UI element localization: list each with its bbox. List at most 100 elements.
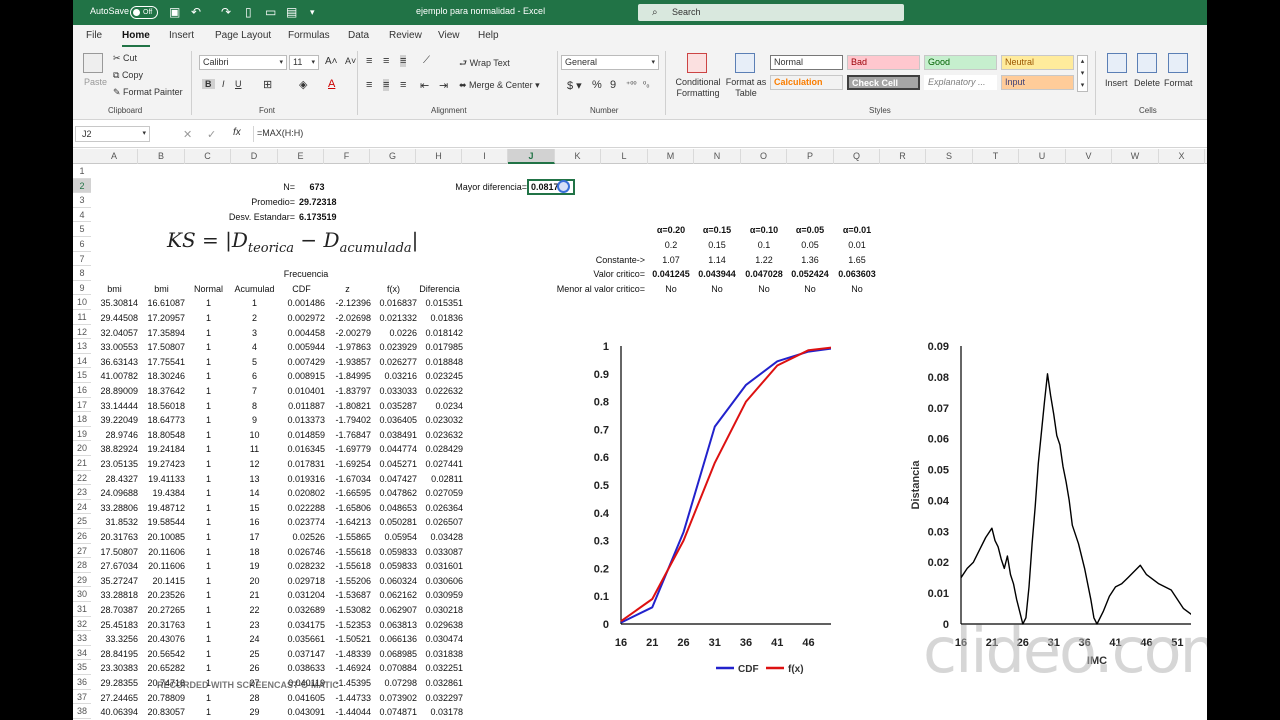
- table-cell[interactable]: 1: [185, 501, 232, 515]
- table-cell[interactable]: 23.05135: [91, 457, 138, 471]
- table-cell[interactable]: 0.035661: [278, 632, 325, 646]
- align-center-icon[interactable]: ≡: [383, 79, 390, 91]
- table-cell[interactable]: 20.31763: [138, 618, 185, 632]
- table-cell[interactable]: 0.017985: [416, 340, 463, 354]
- table-cell[interactable]: 12: [231, 457, 278, 471]
- paste-icon[interactable]: [83, 53, 103, 73]
- table-cell[interactable]: 17.50807: [91, 545, 138, 559]
- table-cell[interactable]: -1.50521: [324, 632, 371, 646]
- table-cell[interactable]: -2.00279: [324, 326, 371, 340]
- table-cell[interactable]: 1: [185, 545, 232, 559]
- table-cell[interactable]: -1.46924: [324, 661, 371, 675]
- table-cell[interactable]: 0.063813: [370, 618, 417, 632]
- delete-button[interactable]: Delete: [1134, 78, 1160, 88]
- row-header[interactable]: 30: [73, 587, 91, 602]
- table-cell[interactable]: 0.0226: [370, 326, 417, 340]
- table-cell[interactable]: 0.026277: [370, 355, 417, 369]
- table-cell[interactable]: 0.029718: [278, 574, 325, 588]
- table-cell[interactable]: 1: [185, 442, 232, 456]
- table-cell[interactable]: 0.032861: [416, 676, 463, 690]
- table-cell[interactable]: 14: [231, 486, 278, 500]
- customize-qat-icon[interactable]: ▾: [310, 7, 315, 18]
- table-cell[interactable]: 20.56542: [138, 647, 185, 661]
- table-cell[interactable]: 0.016837: [370, 296, 417, 310]
- delete-cells-icon[interactable]: [1137, 53, 1157, 73]
- font-color-icon[interactable]: A: [328, 78, 335, 90]
- table-cell[interactable]: 0.026507: [416, 515, 463, 529]
- table-cell[interactable]: 18.37642: [138, 384, 185, 398]
- redo-icon[interactable]: ↷: [221, 5, 231, 19]
- alpha-header[interactable]: α=0.05: [787, 223, 833, 237]
- table-cell[interactable]: 18.64773: [138, 413, 185, 427]
- row-header[interactable]: 35: [73, 660, 91, 675]
- table-cell[interactable]: -1.79402: [324, 413, 371, 427]
- row-header[interactable]: 16: [73, 383, 91, 398]
- table-cell[interactable]: 1: [185, 355, 232, 369]
- table-cell[interactable]: -1.55618: [324, 559, 371, 573]
- table-cell[interactable]: 17.50807: [138, 340, 185, 354]
- row-header[interactable]: 31: [73, 602, 91, 617]
- alpha-value[interactable]: 0.1: [741, 238, 787, 252]
- table-cell[interactable]: 6: [231, 369, 278, 383]
- insert-cells-icon[interactable]: [1107, 53, 1127, 73]
- table-cell[interactable]: 21: [231, 588, 278, 602]
- table-cell[interactable]: 28.9746: [91, 428, 138, 442]
- column-header[interactable]: B: [138, 149, 185, 164]
- row-header[interactable]: 3: [73, 193, 91, 208]
- table-cell[interactable]: 22: [231, 603, 278, 617]
- column-header[interactable]: O: [741, 149, 787, 164]
- table-cell[interactable]: 20.23526: [138, 588, 185, 602]
- table-cell[interactable]: 0.070884: [370, 661, 417, 675]
- tab-data[interactable]: Data: [348, 30, 369, 41]
- currency-icon[interactable]: $ ▾: [567, 79, 582, 92]
- table-cell[interactable]: 33.28806: [91, 501, 138, 515]
- table-cell[interactable]: 33.14444: [91, 399, 138, 413]
- table-cell[interactable]: 33.28818: [91, 588, 138, 602]
- new-file-icon[interactable]: ▯: [245, 5, 252, 19]
- table-cell[interactable]: 0.03178: [416, 705, 463, 719]
- table-cell[interactable]: -1.55618: [324, 545, 371, 559]
- table-cell[interactable]: 0.048653: [370, 501, 417, 515]
- table-cell[interactable]: 0.07298: [370, 676, 417, 690]
- table-cell[interactable]: 0.032251: [416, 661, 463, 675]
- table-cell[interactable]: 31.8532: [91, 515, 138, 529]
- table-cell[interactable]: 0.043091: [278, 705, 325, 719]
- table-cell[interactable]: 8: [231, 399, 278, 413]
- row-header[interactable]: 5: [73, 222, 91, 237]
- table-cell[interactable]: 0.023032: [416, 413, 463, 427]
- decrease-font-icon[interactable]: A˅: [345, 56, 356, 66]
- table-cell[interactable]: 29.44508: [91, 311, 138, 325]
- style-check-cell[interactable]: Check Cell: [847, 75, 920, 90]
- table-cell[interactable]: 0.007429: [278, 355, 325, 369]
- alpha-constant[interactable]: 1.14: [694, 253, 740, 267]
- align-middle-icon[interactable]: ≡: [383, 55, 389, 67]
- table-cell[interactable]: 1: [185, 457, 232, 471]
- alpha-header[interactable]: α=0.10: [741, 223, 787, 237]
- table-cell[interactable]: -2.02698: [324, 311, 371, 325]
- table-cell[interactable]: 0.035287: [370, 399, 417, 413]
- table-cell[interactable]: 28.70387: [91, 603, 138, 617]
- table-cell[interactable]: -1.55865: [324, 530, 371, 544]
- critical-value[interactable]: 0.043944: [694, 267, 740, 281]
- font-name-select[interactable]: Calibri ▾: [199, 55, 287, 70]
- table-cell[interactable]: 19.4384: [138, 486, 185, 500]
- column-header[interactable]: Q: [834, 149, 880, 164]
- table-cell[interactable]: -1.84995: [324, 369, 371, 383]
- table-cell[interactable]: 0.060324: [370, 574, 417, 588]
- table-cell[interactable]: 1: [185, 326, 232, 340]
- table-cell[interactable]: 0.030606: [416, 574, 463, 588]
- row-header[interactable]: 28: [73, 558, 91, 573]
- row-header[interactable]: 32: [73, 617, 91, 632]
- table-cell[interactable]: 0.032297: [416, 691, 463, 705]
- row-header[interactable]: 10: [73, 295, 91, 310]
- table-cell[interactable]: 0.001486: [278, 296, 325, 310]
- style-calculation[interactable]: Calculation: [770, 75, 843, 90]
- tab-review[interactable]: Review: [389, 30, 422, 41]
- tab-home[interactable]: Home: [122, 30, 150, 47]
- table-cell[interactable]: 1: [231, 296, 278, 310]
- table-cell[interactable]: 0.041605: [278, 691, 325, 705]
- column-header[interactable]: S: [926, 149, 973, 164]
- tab-insert[interactable]: Insert: [169, 30, 194, 41]
- table-cell[interactable]: 0.018848: [416, 355, 463, 369]
- row-header[interactable]: 23: [73, 485, 91, 500]
